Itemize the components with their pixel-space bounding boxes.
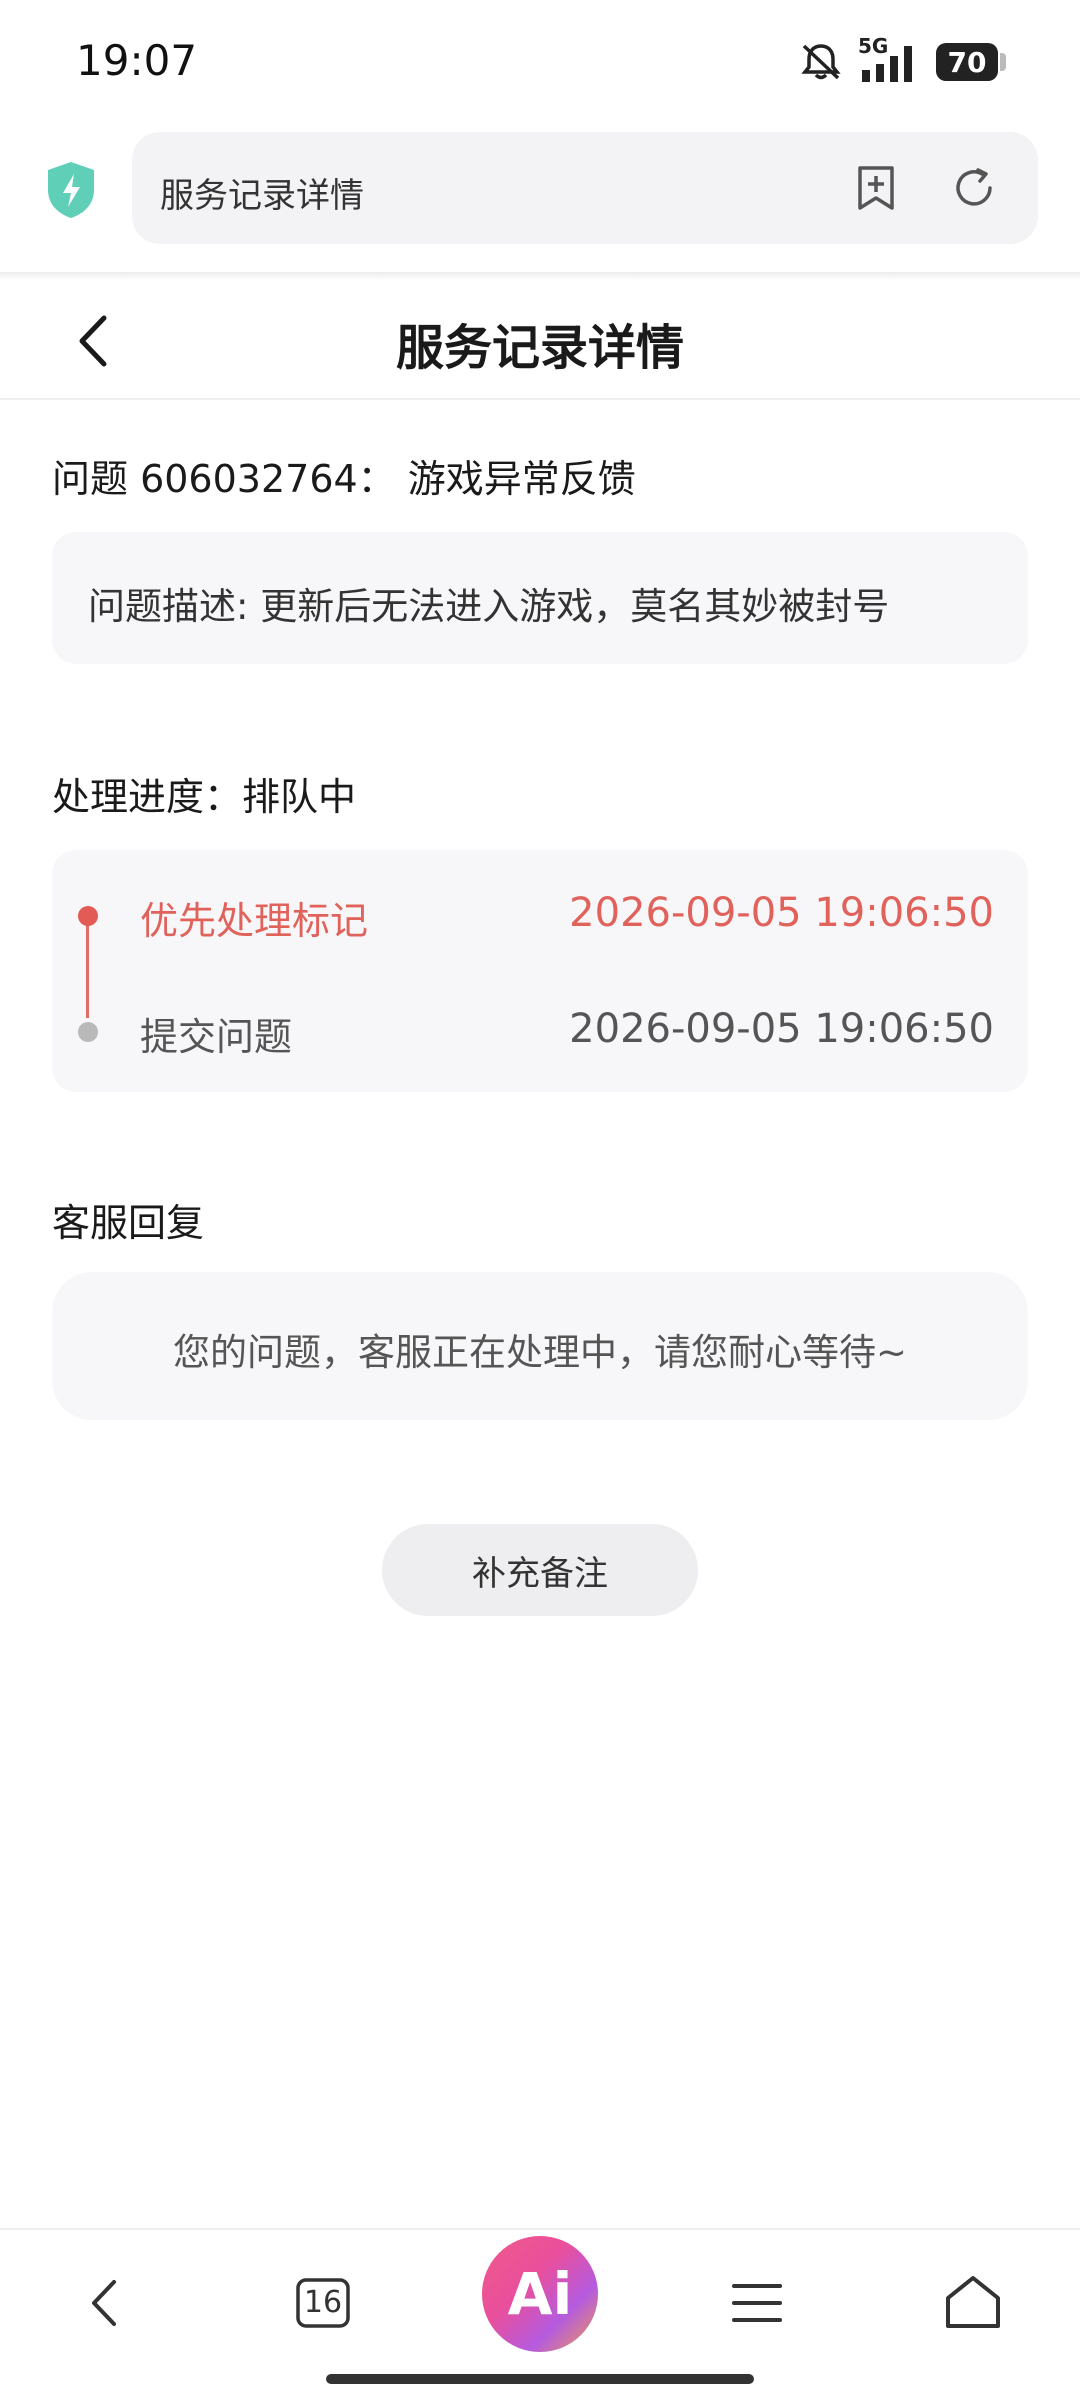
ai-assistant-button[interactable]: Ai: [482, 2236, 598, 2352]
address-text: 服务记录详情: [160, 176, 364, 216]
security-shield-icon[interactable]: [44, 160, 98, 220]
mute-notification-icon: [801, 44, 841, 80]
home-indicator[interactable]: [326, 2374, 754, 2384]
signal-indicator: 5G: [858, 34, 922, 84]
nav-back-icon[interactable]: [72, 2268, 142, 2338]
status-bar: 19:07 5G 70: [0, 0, 1080, 126]
timeline-dot-active: [78, 906, 98, 926]
browser-toolbar: 16 Ai: [0, 2228, 1080, 2400]
timeline-connector: [86, 918, 89, 1018]
timeline-event-time: 2026-09-05 19:06:50: [569, 1006, 994, 1052]
battery-cap: [1000, 53, 1006, 71]
address-bar[interactable]: 服务记录详情: [132, 132, 1038, 244]
page-title: 服务记录详情: [395, 320, 684, 376]
description-text: 问题描述: 更新后无法进入游戏，莫名其妙被封号: [88, 585, 890, 628]
status-icons: 5G 70: [798, 34, 1006, 86]
timeline-event-time: 2026-09-05 19:06:50: [569, 890, 994, 936]
menu-icon[interactable]: [722, 2268, 792, 2338]
description-card: 问题描述: 更新后无法进入游戏，莫名其妙被封号: [52, 532, 1028, 664]
home-icon[interactable]: [938, 2268, 1008, 2338]
timeline-event-label: 优先处理标记: [140, 899, 369, 943]
timeline-card: 优先处理标记 2026-09-05 19:06:50 提交问题 2026-09-…: [52, 850, 1028, 1092]
tab-count: 16: [303, 2285, 343, 2320]
reply-card: 您的问题，客服正在处理中，请您耐心等待~: [52, 1272, 1028, 1420]
status-time: 19:07: [76, 36, 198, 85]
reload-icon[interactable]: [950, 164, 998, 212]
battery-icon: 70: [936, 43, 1006, 81]
reply-text: 您的问题，客服正在处理中，请您耐心等待~: [172, 1331, 907, 1374]
signal-icon: [862, 46, 912, 82]
add-remark-button[interactable]: 补充备注: [382, 1524, 698, 1616]
tabs-button[interactable]: 16: [288, 2268, 358, 2338]
battery-level: 70: [936, 43, 998, 81]
browser-bar: 服务记录详情: [0, 126, 1080, 274]
bar-shadow: [0, 272, 1080, 280]
question-title: 问题 606032764： 游戏异常反馈: [52, 457, 636, 501]
progress-title: 处理进度：排队中: [52, 775, 357, 819]
reply-title: 客服回复: [52, 1201, 205, 1245]
add-bookmark-icon[interactable]: [852, 164, 900, 212]
timeline-event-label: 提交问题: [140, 1015, 293, 1059]
timeline-dot: [78, 1022, 98, 1042]
page-header: 服务记录详情: [0, 280, 1080, 400]
